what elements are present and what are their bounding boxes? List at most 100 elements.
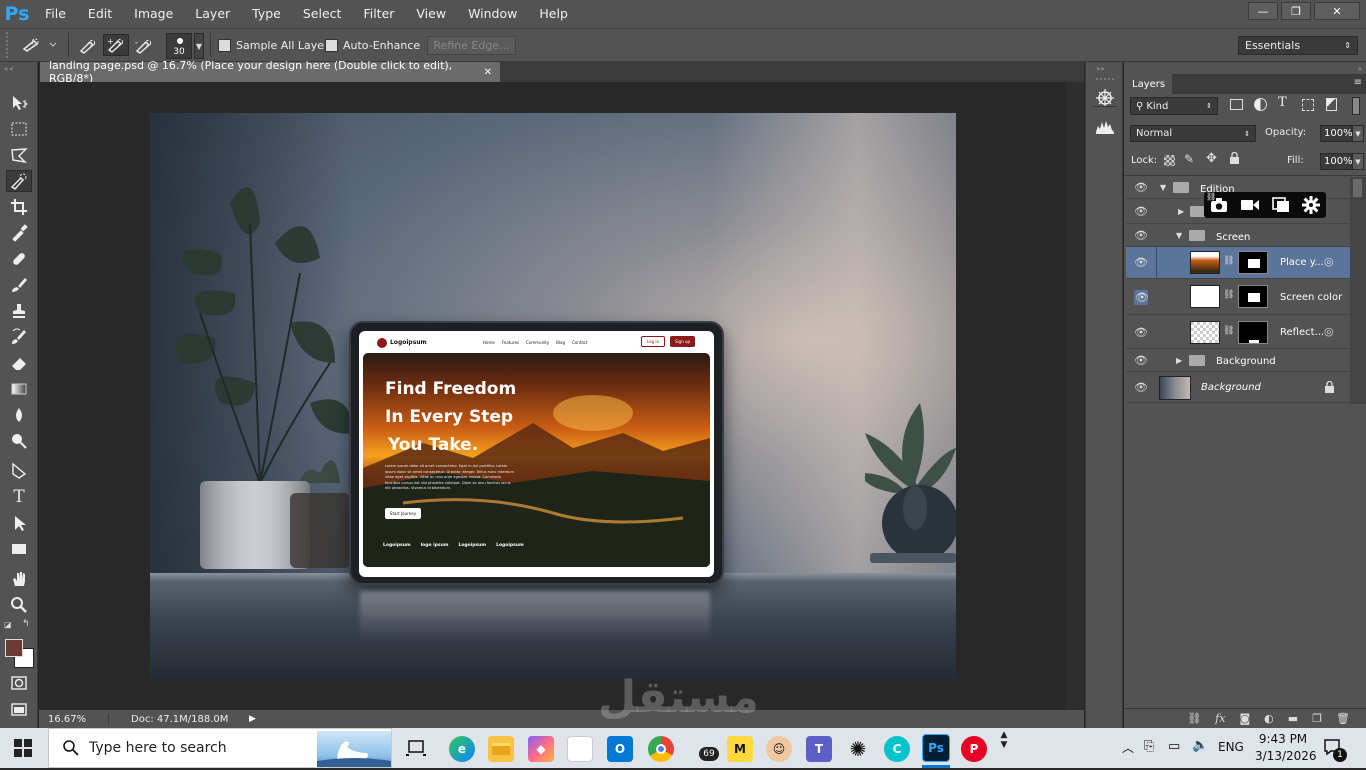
opacity-input[interactable]: 100% xyxy=(1320,125,1353,142)
menu-view[interactable]: View xyxy=(405,0,457,28)
layer-style-icon[interactable]: fx xyxy=(1215,712,1225,725)
layer-effects-icon[interactable]: ◎ xyxy=(1324,255,1334,268)
add-to-selection-icon[interactable]: + xyxy=(103,34,129,56)
options-grip[interactable] xyxy=(6,32,8,58)
menu-image[interactable]: Image xyxy=(123,0,184,28)
filter-smart-object-icon[interactable] xyxy=(1326,98,1337,111)
filter-adjustment-icon[interactable] xyxy=(1254,98,1267,111)
device-icon[interactable]: ⎘ xyxy=(1144,739,1154,754)
edge-browser-icon[interactable]: e xyxy=(449,736,475,762)
new-selection-icon[interactable] xyxy=(76,35,100,57)
hand-tool-icon[interactable] xyxy=(6,568,32,590)
filter-kind-select[interactable]: ⚲ Kind ⇕ xyxy=(1130,97,1218,115)
layer-row-background-group[interactable]: 👁 ▶ Background xyxy=(1126,350,1350,372)
visibility-eye-icon[interactable]: 👁 xyxy=(1134,354,1148,367)
panel-collapse-icon[interactable]: «« xyxy=(4,65,34,73)
quick-selection-tool-icon[interactable] xyxy=(6,170,32,192)
lock-transparency-icon[interactable] xyxy=(1164,155,1175,166)
fill-input[interactable]: 100% xyxy=(1320,153,1353,170)
document-canvas[interactable]: Logoipsum Home Features Community Blog C… xyxy=(150,113,956,681)
menu-type[interactable]: Type xyxy=(241,0,292,28)
new-adjustment-icon[interactable]: ◐ xyxy=(1264,712,1274,725)
new-group-icon[interactable]: ▬ xyxy=(1288,712,1298,725)
layer-thumbnail[interactable] xyxy=(1190,285,1220,308)
layer-row-background[interactable]: 👁 Background xyxy=(1126,373,1350,403)
layer-row-place-your-design[interactable]: 👁 ⛓ Place y... ◎ xyxy=(1126,247,1350,279)
screens-icon[interactable] xyxy=(1272,197,1290,213)
canva-icon[interactable]: C xyxy=(884,736,910,762)
menu-help[interactable]: Help xyxy=(528,0,579,28)
lock-pixels-icon[interactable]: ✎ xyxy=(1184,152,1194,166)
layer-mask-thumbnail[interactable] xyxy=(1238,251,1268,274)
delete-layer-icon[interactable]: 🗑 xyxy=(1336,712,1350,725)
eyedropper-tool-icon[interactable] xyxy=(6,222,32,244)
status-menu-arrow-icon[interactable]: ▶ xyxy=(249,714,256,724)
layer-thumbnail[interactable] xyxy=(1190,321,1220,344)
document-tab[interactable]: landing page.psd @ 16.7% (Place your des… xyxy=(40,59,500,85)
filter-pixel-icon[interactable] xyxy=(1230,99,1243,110)
clone-stamp-tool-icon[interactable] xyxy=(6,300,32,322)
collapse-arrow-icon[interactable]: ▶ xyxy=(1178,207,1184,216)
panel-menu-icon[interactable]: ≡ xyxy=(1354,77,1362,88)
link-layers-icon[interactable]: ⛓ xyxy=(1187,712,1201,725)
layer-mask-thumbnail[interactable] xyxy=(1238,285,1268,308)
filter-shape-icon[interactable] xyxy=(1302,99,1314,111)
zoom-tool-icon[interactable] xyxy=(6,594,32,616)
sample-all-layers-checkbox[interactable] xyxy=(218,39,231,52)
expand-arrow-icon[interactable]: ▼ xyxy=(1176,231,1182,240)
layer-row-screen[interactable]: 👁 ▼ Screen xyxy=(1126,225,1350,247)
chrome-icon[interactable] xyxy=(648,736,674,762)
pinterest-icon[interactable]: P xyxy=(961,736,987,762)
taskbar-overflow-icon[interactable]: ▲ ▼ xyxy=(998,730,1010,766)
scroll-thumb[interactable] xyxy=(1353,179,1362,197)
rectangle-tool-icon[interactable] xyxy=(6,538,32,560)
battery-icon[interactable]: ▭ xyxy=(1168,739,1180,754)
brush-dropdown-icon[interactable]: ▼ xyxy=(194,33,204,59)
chain-link-icon[interactable]: ⛓ xyxy=(1223,326,1234,336)
vertical-scrollbar[interactable] xyxy=(1066,82,1084,710)
collapse-arrow-icon[interactable]: ▶ xyxy=(1176,356,1182,365)
new-layer-icon[interactable]: ❐ xyxy=(1312,712,1322,725)
layers-tab[interactable]: Layers xyxy=(1124,74,1172,94)
default-colors-icon[interactable]: ◪ xyxy=(4,620,14,630)
type-tool-icon[interactable]: T xyxy=(6,486,32,508)
volume-icon[interactable]: 🔈 xyxy=(1192,738,1208,753)
layer-row-screen-color[interactable]: 👁 ⛓ Screen color xyxy=(1126,280,1350,315)
taskbar-search[interactable]: Type here to search xyxy=(48,728,392,768)
move-tool-icon[interactable] xyxy=(6,92,32,114)
minimize-button[interactable]: — xyxy=(1248,2,1278,20)
menu-select[interactable]: Select xyxy=(292,0,353,28)
menu-file[interactable]: File xyxy=(34,0,77,28)
photoshop-taskbar-icon[interactable]: Ps xyxy=(922,734,950,762)
crop-tool-icon[interactable] xyxy=(6,196,32,218)
histogram-icon[interactable] xyxy=(1095,116,1115,139)
eraser-tool-icon[interactable] xyxy=(6,352,32,374)
teams-icon[interactable]: T xyxy=(806,736,832,762)
outlook-icon[interactable]: O xyxy=(607,736,633,762)
menu-edit[interactable]: Edit xyxy=(77,0,123,28)
zoom-level[interactable]: 16.67% xyxy=(39,713,109,725)
layer-thumbnail[interactable] xyxy=(1159,376,1191,400)
marquee-tool-icon[interactable] xyxy=(6,118,32,140)
auto-enhance-checkbox[interactable] xyxy=(325,39,338,52)
fill-dropdown-icon[interactable]: ▼ xyxy=(1352,153,1364,170)
language-indicator[interactable]: ENG xyxy=(1218,740,1244,754)
layer-mask-thumbnail[interactable] xyxy=(1238,321,1268,344)
chain-link-icon[interactable]: ⛓ xyxy=(1223,290,1234,300)
restore-button[interactable]: ❐ xyxy=(1281,2,1311,20)
tool-preset-picker[interactable] xyxy=(18,34,58,56)
foreground-color-swatch[interactable] xyxy=(5,639,23,657)
microsoft-store-icon[interactable] xyxy=(567,736,593,762)
file-explorer-icon[interactable] xyxy=(488,736,514,762)
healing-brush-tool-icon[interactable] xyxy=(6,248,32,270)
show-hidden-icons[interactable]: ︿ xyxy=(1122,739,1134,756)
menu-filter[interactable]: Filter xyxy=(352,0,405,28)
system-clock[interactable]: 9:43 PM 3/13/2026 xyxy=(1255,731,1317,765)
gradient-tool-icon[interactable] xyxy=(6,378,32,400)
brush-tool-icon[interactable] xyxy=(6,274,32,296)
expand-arrow-icon[interactable]: ▼ xyxy=(1160,183,1166,192)
lasso-tool-icon[interactable] xyxy=(6,144,32,166)
task-view-icon[interactable] xyxy=(406,739,426,760)
lock-all-icon[interactable] xyxy=(1229,151,1239,164)
dodge-tool-icon[interactable] xyxy=(6,430,32,452)
